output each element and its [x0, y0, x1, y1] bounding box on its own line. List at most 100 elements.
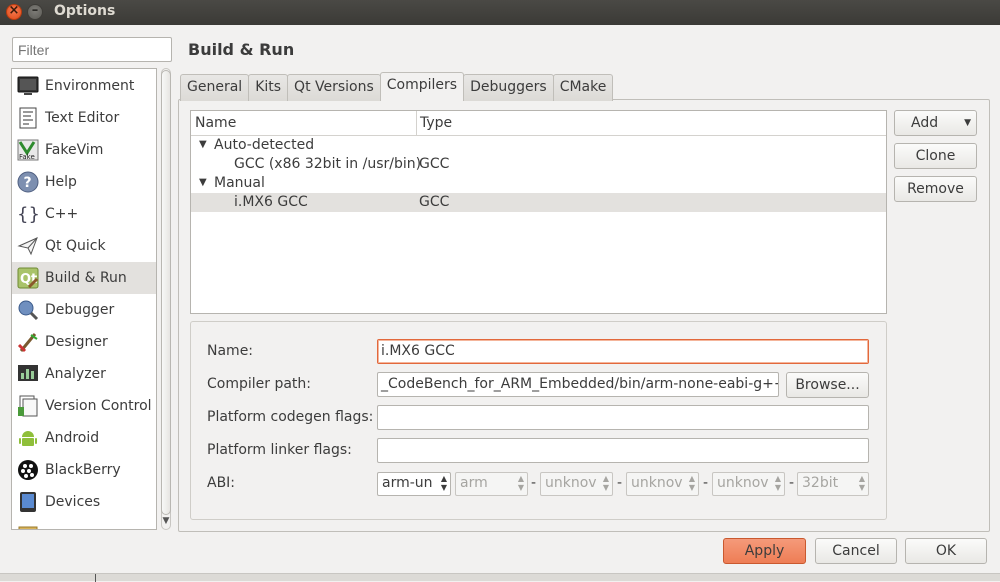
android-icon	[17, 427, 39, 449]
browse-button[interactable]: Browse...	[786, 372, 869, 398]
ok-button[interactable]: OK	[905, 538, 987, 564]
build-run-icon: Qt	[17, 267, 39, 289]
column-header-name[interactable]: Name	[195, 115, 236, 131]
abi-separator: -	[703, 475, 709, 491]
category-item-analyzer[interactable]: Analyzer	[12, 358, 156, 390]
category-label: Qt Quick	[45, 238, 106, 254]
tree-group-row[interactable]: ▼ Auto-detected	[191, 136, 886, 155]
category-label: Debugger	[45, 302, 115, 318]
tree-item-row[interactable]: i.MX6 GCC GCC	[191, 193, 886, 212]
name-input[interactable]: i.MX6 GCC	[377, 339, 869, 364]
folder-icon	[17, 523, 39, 529]
tree-item-row[interactable]: GCC (x86 32bit in /usr/bin) GCC	[191, 155, 886, 174]
category-item-blackberry[interactable]: BlackBerry	[12, 454, 156, 486]
abi-value: arm-un	[382, 475, 433, 491]
name-label: Name:	[207, 343, 254, 359]
category-item-fakevim[interactable]: Fake FakeVim	[12, 134, 156, 166]
abi-format-select[interactable]: unknov ▲ ▼	[712, 472, 785, 496]
minimize-icon: –	[31, 3, 39, 18]
tree-item-type: GCC	[419, 156, 450, 172]
remove-button[interactable]: Remove	[894, 176, 977, 202]
abi-value: unknov	[717, 475, 769, 491]
updown-arrows-icon: ▲ ▼	[688, 474, 695, 492]
svg-text:{}: {}	[17, 204, 39, 225]
compiler-path-label: Compiler path:	[207, 376, 312, 392]
abi-arch-select[interactable]: arm ▲ ▼	[455, 472, 528, 496]
category-label: C++	[45, 206, 79, 222]
expand-triangle-icon[interactable]: ▼	[199, 139, 207, 150]
tab-compilers[interactable]: Compilers	[379, 72, 465, 101]
cancel-button[interactable]: Cancel	[815, 538, 897, 564]
category-label: BlackBerry	[45, 462, 121, 478]
filter-input[interactable]	[12, 37, 172, 62]
category-item-android[interactable]: Android	[12, 422, 156, 454]
tab-debuggers[interactable]: Debuggers	[463, 74, 554, 101]
blackberry-icon	[17, 459, 39, 481]
expand-triangle-icon[interactable]: ▼	[199, 177, 207, 188]
qt-quick-plane-icon	[17, 235, 39, 257]
dropdown-arrow-icon: ▼	[964, 118, 971, 128]
chevron-down-icon[interactable]: ▼	[161, 516, 171, 526]
title-bar: × – Options	[0, 0, 1000, 25]
add-button-label: Add	[911, 115, 939, 131]
category-label: Help	[45, 174, 77, 190]
abi-value: unknov	[545, 475, 597, 491]
page-title: Build & Run	[188, 40, 295, 59]
abi-os-flavor-select[interactable]: unknov ▲ ▼	[626, 472, 699, 496]
category-item-build-run[interactable]: Qt Build & Run	[12, 262, 156, 294]
category-item-environment[interactable]: Environment	[12, 70, 156, 102]
compiler-tree[interactable]: Name Type ▼ Auto-detected GCC (x86 32bit…	[190, 110, 887, 314]
add-button[interactable]: Add ▼	[894, 110, 977, 136]
updown-arrows-icon: ▲ ▼	[858, 474, 865, 492]
platform-codegen-flags-input[interactable]	[377, 405, 869, 430]
column-divider[interactable]	[416, 111, 417, 136]
window-minimize-button[interactable]: –	[27, 3, 43, 20]
category-list-scrollbar[interactable]: ▼	[159, 68, 173, 530]
abi-separator: -	[789, 475, 795, 491]
tab-kits[interactable]: Kits	[248, 74, 289, 101]
category-label: FakeVim	[45, 142, 104, 158]
category-item-help[interactable]: ? Help	[12, 166, 156, 198]
abi-value: arm	[460, 475, 488, 491]
category-item-version-control[interactable]: Version Control	[12, 390, 156, 422]
category-item-debugger[interactable]: Debugger	[12, 294, 156, 326]
tab-general[interactable]: General	[180, 74, 250, 101]
close-icon: ×	[8, 3, 20, 18]
category-label: Devices	[45, 494, 101, 510]
category-item-designer[interactable]: Designer	[12, 326, 156, 358]
category-item-text-editor[interactable]: Text Editor	[12, 102, 156, 134]
updown-arrows-icon: ▲ ▼	[774, 474, 781, 492]
category-item-partial[interactable]	[12, 518, 156, 529]
fakevim-icon: Fake	[17, 139, 39, 161]
svg-text:?: ?	[24, 175, 32, 191]
category-item-qt-quick[interactable]: Qt Quick	[12, 230, 156, 262]
tab-qt-versions[interactable]: Qt Versions	[287, 74, 381, 101]
tree-item-type: GCC	[419, 194, 450, 210]
clone-button[interactable]: Clone	[894, 143, 977, 169]
window-bottom-edge	[0, 573, 1000, 582]
text-editor-icon	[17, 107, 39, 129]
category-label: Text Editor	[45, 110, 120, 126]
column-header-type[interactable]: Type	[420, 115, 452, 131]
abi-value: 32bit	[802, 475, 839, 491]
category-list: Environment Text Editor Fake FakeVim ? H…	[11, 68, 157, 530]
compiler-path-input[interactable]: _CodeBench_for_ARM_Embedded/bin/arm-none…	[377, 372, 779, 397]
abi-architecture-select[interactable]: arm-un ▲ ▼	[377, 472, 451, 496]
apply-button[interactable]: Apply	[723, 538, 806, 564]
category-item-cpp[interactable]: {} C++	[12, 198, 156, 230]
platform-linker-flags-input[interactable]	[377, 438, 869, 463]
scrollbar-thumb[interactable]	[161, 70, 171, 515]
category-item-devices[interactable]: Devices	[12, 486, 156, 518]
platform-codegen-flags-label: Platform codegen flags:	[207, 409, 374, 425]
abi-word-width-select[interactable]: 32bit ▲ ▼	[797, 472, 869, 496]
tree-group-row[interactable]: ▼ Manual	[191, 174, 886, 193]
window-title: Options	[54, 3, 116, 19]
tab-cmake[interactable]: CMake	[552, 74, 614, 101]
updown-arrows-icon: ▲ ▼	[440, 474, 447, 492]
window-close-button[interactable]: ×	[6, 3, 22, 20]
help-icon: ?	[17, 171, 39, 193]
tab-bar: General Kits Qt Versions Compilers Debug…	[180, 72, 614, 101]
tree-item-name: GCC (x86 32bit in /usr/bin)	[234, 156, 422, 172]
tree-item-name: i.MX6 GCC	[234, 194, 308, 210]
abi-os-select[interactable]: unknov ▲ ▼	[540, 472, 613, 496]
